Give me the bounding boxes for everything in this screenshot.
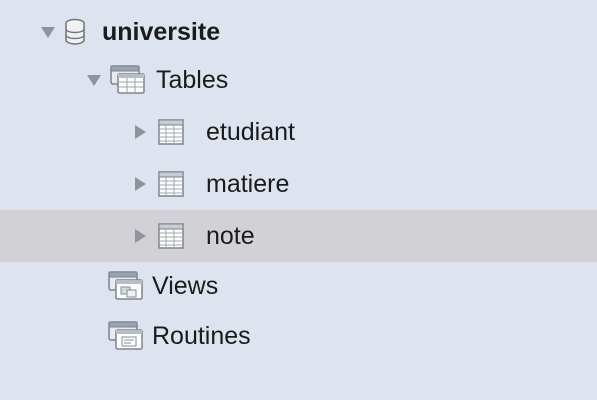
table-label[interactable]: matiere — [206, 169, 289, 199]
routines-folder-icon — [104, 317, 148, 355]
views-group-label[interactable]: Views — [152, 271, 218, 301]
table-icon — [156, 221, 186, 251]
disclosure-expanded-icon[interactable] — [38, 22, 58, 42]
tree-item-etudiant[interactable]: etudiant — [0, 106, 597, 158]
tree-item-universite[interactable]: universite — [0, 6, 597, 58]
views-folder-icon — [104, 267, 148, 305]
tree-item-note[interactable]: note — [0, 210, 597, 262]
tree-item-matiere[interactable]: matiere — [0, 158, 597, 210]
table-label[interactable]: note — [206, 221, 255, 251]
database-navigator-sidebar: universite Tables etudiant matiere note … — [0, 0, 597, 400]
table-icon — [156, 169, 186, 199]
table-label[interactable]: etudiant — [206, 117, 295, 147]
disclosure-collapsed-icon[interactable] — [130, 122, 150, 142]
tree-item-tables[interactable]: Tables — [0, 54, 597, 106]
tables-folder-icon — [106, 61, 150, 99]
disclosure-collapsed-icon[interactable] — [130, 226, 150, 246]
database-label[interactable]: universite — [102, 17, 220, 47]
routines-group-label[interactable]: Routines — [152, 321, 251, 351]
database-icon — [62, 17, 88, 47]
disclosure-collapsed-icon[interactable] — [130, 174, 150, 194]
disclosure-expanded-icon[interactable] — [84, 70, 104, 90]
tables-group-label[interactable]: Tables — [156, 65, 228, 95]
table-icon — [156, 117, 186, 147]
tree-item-views[interactable]: Views — [0, 260, 597, 312]
tree-item-routines[interactable]: Routines — [0, 310, 597, 362]
